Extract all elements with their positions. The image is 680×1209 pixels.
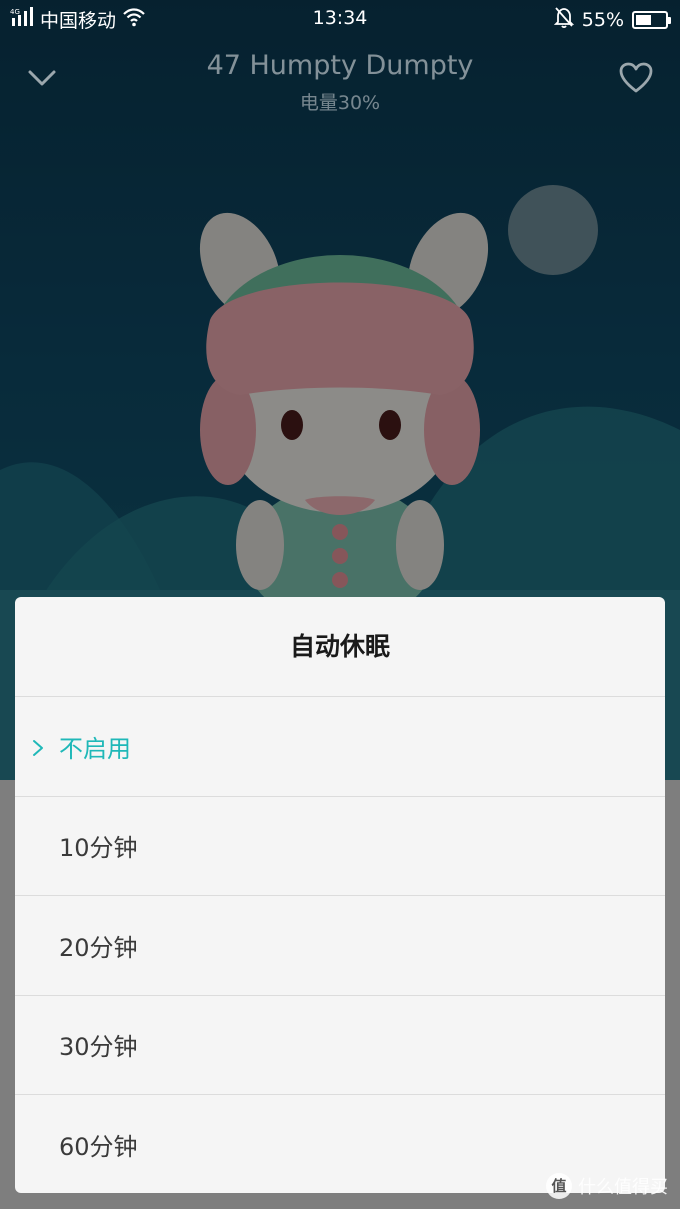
watermark: 值 什么值得买: [546, 1173, 668, 1199]
watermark-text: 什么值得买: [578, 1177, 668, 1198]
player-header: 47 Humpty Dumpty 电量30%: [0, 40, 680, 120]
battery-fill: [636, 14, 651, 25]
heart-icon[interactable]: [618, 60, 654, 96]
battery-percent: 55%: [581, 8, 624, 31]
option-30-min[interactable]: 30分钟: [15, 996, 665, 1095]
option-label: 20分钟: [59, 933, 138, 962]
track-title: 47 Humpty Dumpty: [206, 50, 474, 81]
auto-sleep-dialog: 自动休眠 不启用 10分钟 20分钟 30分钟 60分钟: [15, 597, 665, 1193]
dialog-title: 自动休眠: [15, 597, 665, 697]
bell-off-icon: [553, 6, 574, 33]
option-label: 不启用: [59, 734, 131, 763]
option-20-min[interactable]: 20分钟: [15, 896, 665, 996]
battery-icon: [632, 10, 671, 29]
watermark-badge: 值: [546, 1173, 572, 1199]
option-disabled[interactable]: 不启用: [15, 697, 665, 797]
option-10-min[interactable]: 10分钟: [15, 797, 665, 896]
chevron-right-icon: [31, 736, 45, 757]
option-label: 10分钟: [59, 834, 138, 863]
option-label: 60分钟: [59, 1133, 138, 1162]
option-label: 30分钟: [59, 1033, 138, 1062]
status-bar: 4G 中国移动 13:34 55%: [0, 0, 680, 36]
battery-level-text: 电量30%: [299, 92, 381, 114]
